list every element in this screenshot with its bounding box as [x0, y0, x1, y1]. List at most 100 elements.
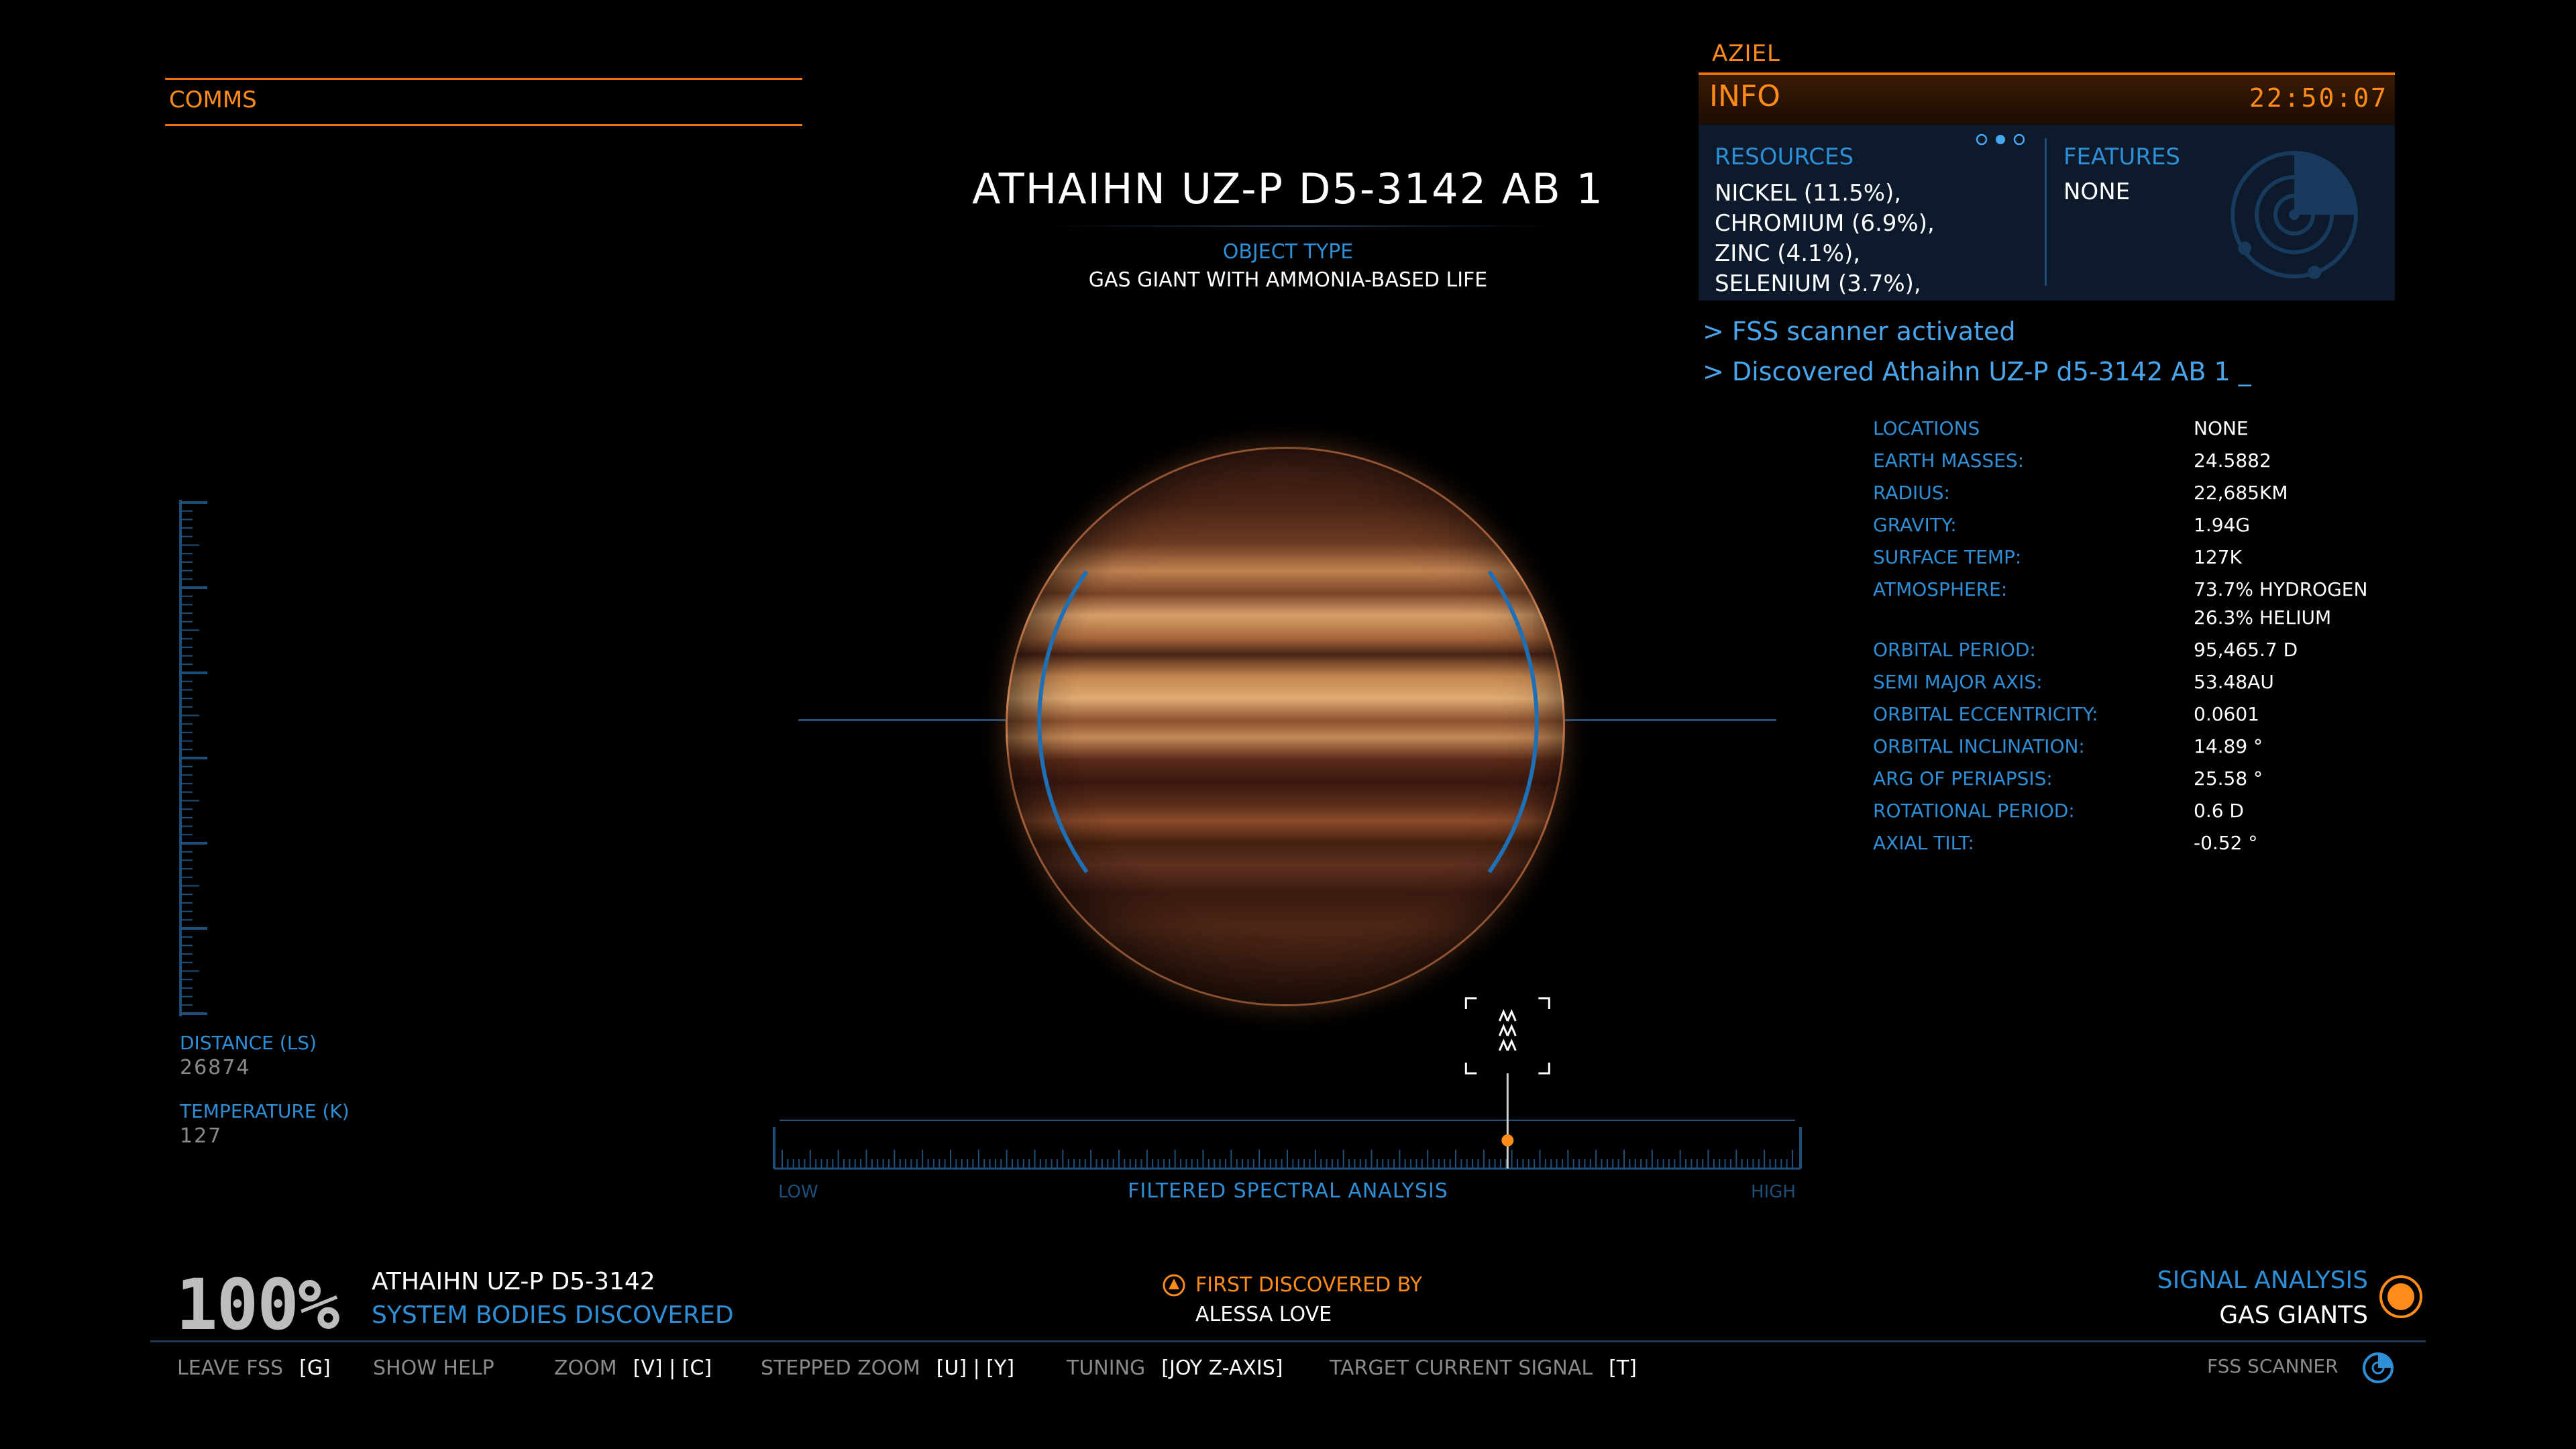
- resource-item: ZINC (4.1%),: [1715, 240, 1861, 267]
- resource-item: NICKEL (11.5%),: [1715, 180, 1902, 207]
- log-line: > Discovered Athaihn UZ-P d5-3142 AB 1 _: [1703, 357, 2251, 386]
- log-line: > FSS scanner activated: [1703, 317, 2016, 346]
- features-label: FEATURES: [2063, 144, 2181, 170]
- help-label: SHOW HELP: [373, 1356, 494, 1380]
- help-leave-fss[interactable]: LEAVE FSS [G]: [177, 1356, 331, 1380]
- help-stepped-zoom[interactable]: STEPPED ZOOM [U] | [Y]: [761, 1356, 1014, 1380]
- help-show-help[interactable]: SHOW HELP: [373, 1356, 494, 1380]
- stat-row: ATMOSPHERE: 73.7% HYDROGEN 26.3% HELIUM: [1873, 578, 2477, 639]
- spectrum-analyzer[interactable]: [773, 993, 1802, 1208]
- temperature-value: 127: [180, 1124, 223, 1148]
- spectrum-marker-dot: [1501, 1134, 1514, 1146]
- distance-value: 26874: [180, 1056, 251, 1079]
- system-name: ATHAIHN UZ-P D5-3142: [372, 1268, 655, 1295]
- help-tuning[interactable]: TUNING [JOY Z-AXIS]: [1067, 1356, 1283, 1380]
- stat-label: ORBITAL ECCENTRICITY:: [1873, 703, 2098, 725]
- stat-label: ROTATIONAL PERIOD:: [1873, 800, 2075, 822]
- resources-label: RESOURCES: [1715, 144, 1854, 170]
- spectrum-high-label: HIGH: [1751, 1182, 1796, 1202]
- page-dot: [1976, 133, 1988, 146]
- spectrum-title: FILTERED SPECTRAL ANALYSIS: [1128, 1179, 1448, 1203]
- stat-row: ROTATIONAL PERIOD: 0.6 D: [1873, 800, 2477, 832]
- help-key: [V] | [C]: [633, 1356, 712, 1380]
- stat-label: ATMOSPHERE:: [1873, 578, 2008, 600]
- spectrum-ticks: [773, 1120, 1802, 1170]
- help-key: [T]: [1609, 1356, 1637, 1380]
- distance-gauge: [179, 500, 207, 1016]
- stat-value: NONE: [2194, 417, 2249, 439]
- stat-label: AXIAL TILT:: [1873, 832, 1974, 854]
- help-label: TARGET CURRENT SIGNAL: [1330, 1356, 1593, 1380]
- first-discovery-icon: [1163, 1274, 1185, 1297]
- stat-label: RADIUS:: [1873, 482, 1950, 504]
- clock: 22:50:07: [2249, 83, 2388, 113]
- spectrum-low-label: LOW: [778, 1182, 818, 1202]
- marker-bracket: [1538, 1063, 1550, 1075]
- stat-value: -0.52 °: [2194, 832, 2258, 854]
- marker-chevron: [1498, 1038, 1509, 1051]
- info-divider: [2045, 138, 2047, 286]
- stat-row: GRAVITY: 1.94G: [1873, 514, 2477, 546]
- info-title: INFO: [1709, 79, 1780, 113]
- stat-label: ARG OF PERIAPSIS:: [1873, 767, 2053, 790]
- resources-list: NICKEL (11.5%), CHROMIUM (6.9%), ZINC (4…: [1715, 178, 1935, 299]
- body-name: ATHAIHN UZ-P D5-3142 AB 1: [972, 164, 1604, 213]
- comms-label: COMMS: [169, 87, 257, 113]
- fss-scanner-label: FSS SCANNER: [2207, 1355, 2339, 1377]
- info-page-dots[interactable]: [1975, 133, 2029, 146]
- stat-value: 22,685KM: [2194, 482, 2288, 504]
- fss-scanner-icon[interactable]: [2361, 1351, 2395, 1385]
- stat-value: 0.6 D: [2194, 800, 2244, 822]
- signal-analysis-value: GAS GIANTS: [2219, 1301, 2368, 1329]
- discovery-percent: 100%: [176, 1264, 339, 1346]
- help-key: [U] | [Y]: [936, 1356, 1015, 1380]
- reticle-arc-left: [1037, 570, 1089, 873]
- stat-label: LOCATIONS: [1873, 417, 1980, 439]
- help-key: [JOY Z-AXIS]: [1161, 1356, 1283, 1380]
- stat-row: EARTH MASSES: 24.5882: [1873, 449, 2477, 482]
- marker-chevron: [1506, 1024, 1517, 1036]
- object-type-value: GAS GIANT WITH AMMONIA-BASED LIFE: [1088, 268, 1488, 292]
- stat-value: 95,465.7 D: [2194, 639, 2298, 661]
- stat-label: GRAVITY:: [1873, 514, 1957, 536]
- help-target-signal[interactable]: TARGET CURRENT SIGNAL [T]: [1330, 1356, 1637, 1380]
- marker-bracket: [1538, 997, 1550, 1009]
- stat-row: ARG OF PERIAPSIS: 25.58 °: [1873, 767, 2477, 800]
- spectrum-marker: [1464, 997, 1550, 1169]
- commander-name: AZIEL: [1712, 40, 1781, 67]
- stat-value: 14.89 °: [2194, 735, 2263, 757]
- help-label: STEPPED ZOOM: [761, 1356, 920, 1380]
- stat-row: SURFACE TEMP: 127K: [1873, 546, 2477, 578]
- temperature-label: TEMPERATURE (K): [180, 1100, 350, 1122]
- stat-row: RADIUS: 22,685KM: [1873, 482, 2477, 514]
- first-discovered-name: ALESSA LOVE: [1195, 1303, 1332, 1326]
- marker-chevron: [1498, 1024, 1509, 1036]
- page-dot: [2013, 133, 2025, 146]
- stat-label: SEMI MAJOR AXIS:: [1873, 671, 2043, 693]
- first-discovered-label: FIRST DISCOVERED BY: [1195, 1273, 1423, 1297]
- planet-scan-icon: [2231, 151, 2358, 279]
- resource-item: CHROMIUM (6.9%),: [1715, 210, 1935, 237]
- stat-value: 53.48AU: [2194, 671, 2274, 693]
- object-type-label: OBJECT TYPE: [1222, 240, 1354, 264]
- help-label: LEAVE FSS: [177, 1356, 284, 1380]
- signal-analysis-icon[interactable]: [2377, 1273, 2424, 1320]
- stat-label: SURFACE TEMP:: [1873, 546, 2022, 568]
- marker-chevron: [1498, 1009, 1509, 1022]
- stat-value: 25.58 °: [2194, 767, 2263, 790]
- help-zoom[interactable]: ZOOM [V] | [C]: [554, 1356, 712, 1380]
- reticle-arc-right: [1487, 570, 1539, 873]
- stat-row: ORBITAL ECCENTRICITY: 0.0601: [1873, 703, 2477, 735]
- resource-item: SELENIUM (3.7%),: [1715, 270, 1921, 297]
- stat-row: AXIAL TILT: -0.52 °: [1873, 832, 2477, 864]
- distance-label: DISTANCE (LS): [180, 1032, 317, 1054]
- features-value: NONE: [2063, 178, 2131, 205]
- comms-panel[interactable]: COMMS: [165, 78, 802, 126]
- stat-value: 24.5882: [2194, 449, 2271, 472]
- stat-row: LOCATIONS NONE: [1873, 417, 2477, 449]
- marker-chevron: [1506, 1038, 1517, 1051]
- stat-label: ORBITAL PERIOD:: [1873, 639, 2036, 661]
- help-key: [G]: [299, 1356, 331, 1380]
- marker-bracket: [1464, 1063, 1477, 1075]
- marker-bracket: [1464, 997, 1477, 1009]
